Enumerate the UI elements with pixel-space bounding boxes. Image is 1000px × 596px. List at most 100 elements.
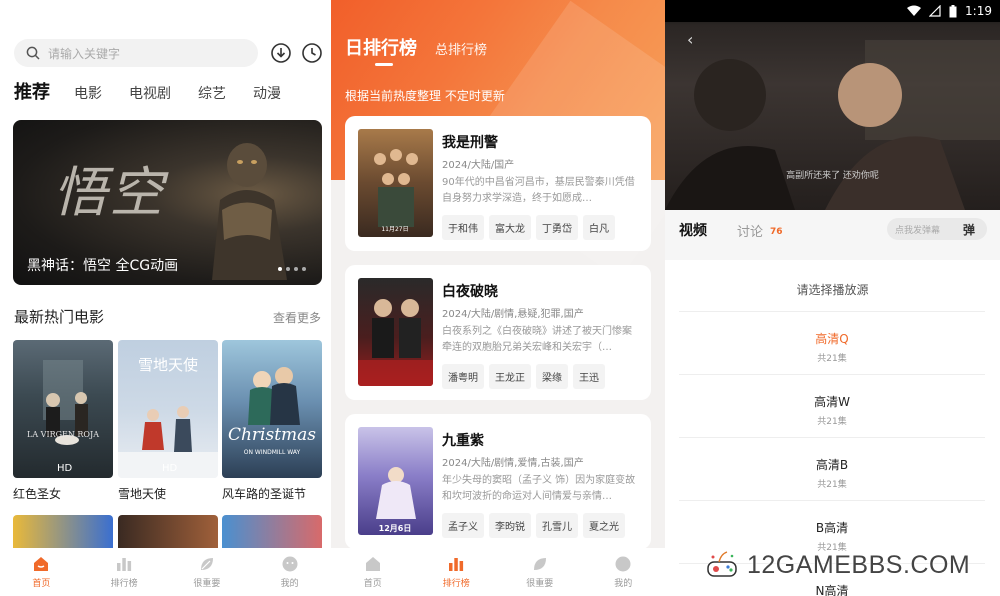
ranking-meta: 2024/大陆/剧情,爱情,古装,国产 bbox=[442, 458, 584, 469]
poster-art: 12月6日 bbox=[376, 467, 416, 533]
danmaku-toggle-button[interactable]: 弹 bbox=[963, 221, 975, 238]
ranking-poster bbox=[358, 278, 433, 386]
player-screen: 1:19 ‹ 高副所还来了 还劝你呢 视频 讨论 76 点我发弹幕 弹 请选择播… bbox=[665, 0, 1000, 596]
back-icon[interactable]: ‹ bbox=[687, 30, 693, 49]
history-icon[interactable] bbox=[301, 42, 323, 64]
face-icon bbox=[615, 556, 631, 572]
search-input[interactable]: 请输入关键字 bbox=[48, 45, 120, 62]
cast-chip[interactable]: 孟子义 bbox=[442, 513, 484, 538]
gamepad-logo-icon bbox=[707, 551, 737, 577]
movie-title[interactable]: 红色圣女 bbox=[13, 485, 61, 502]
cast-list: 孟子义 李昀锐 孔雪儿 夏之光 bbox=[442, 513, 625, 538]
signal-icon bbox=[929, 5, 941, 17]
wifi-icon bbox=[907, 5, 922, 16]
movie-poster[interactable]: LA VIRGEN ROJA HD bbox=[13, 340, 113, 478]
download-icon[interactable] bbox=[270, 42, 292, 64]
source-name: 高清B bbox=[815, 458, 849, 472]
movie-title[interactable]: 风车路的圣诞节 bbox=[222, 485, 306, 502]
source-option[interactable]: 高清W 共21集 bbox=[679, 374, 985, 436]
cast-chip[interactable]: 王迅 bbox=[573, 364, 605, 389]
source-episodes: 共21集 bbox=[817, 354, 847, 364]
poster-art: Christmas ON WINDMILL WAY bbox=[228, 367, 316, 456]
status-bar: 1:19 bbox=[665, 0, 1000, 22]
cast-chip[interactable]: 白凡 bbox=[583, 215, 615, 240]
hd-badge: HD bbox=[162, 463, 178, 474]
nav-ranking[interactable]: 排行榜 bbox=[94, 555, 154, 589]
banner-caption: 黑神话：悟空 全CG动画 bbox=[27, 258, 179, 274]
face-icon bbox=[282, 556, 298, 572]
cast-list: 潘粤明 王龙正 梁缘 王迅 bbox=[442, 364, 605, 389]
nav-home[interactable]: 首页 bbox=[11, 555, 71, 589]
bar-chart-icon bbox=[449, 558, 464, 571]
cast-chip[interactable]: 于和伟 bbox=[442, 215, 484, 240]
bar-chart-icon bbox=[117, 558, 132, 571]
tab-variety[interactable]: 综艺 bbox=[198, 83, 226, 103]
ranking-title: 九重紫 bbox=[442, 433, 484, 449]
poster-subtitle-text: ON WINDMILL WAY bbox=[244, 449, 301, 456]
tab-daily-ranking[interactable]: 日排行榜 bbox=[345, 34, 417, 60]
hero-banner[interactable]: 悟空 黑神话：悟空 全CG动画 bbox=[13, 120, 322, 285]
tab-recommend[interactable]: 推荐 bbox=[14, 78, 50, 104]
poster-art: 雪地天使 bbox=[118, 356, 218, 478]
poster-title-text: Christmas bbox=[228, 425, 316, 445]
source-name: 高清W bbox=[814, 395, 850, 409]
poster-art: 11月27日 bbox=[374, 149, 418, 233]
poster-art: LA VIRGEN ROJA bbox=[27, 360, 99, 445]
cast-chip[interactable]: 富大龙 bbox=[489, 215, 531, 240]
ranking-meta: 2024/大陆/国产 bbox=[442, 160, 515, 171]
nav-important[interactable]: 很重要 bbox=[177, 555, 237, 589]
ranking-title: 我是刑警 bbox=[442, 135, 498, 151]
source-option[interactable]: 高清Q 共21集 bbox=[679, 311, 985, 373]
ranking-subtitle: 根据当前热度整理 不定时更新 bbox=[345, 89, 505, 103]
ranking-poster: 12月6日 bbox=[358, 427, 433, 535]
nav-profile-label: 我的 bbox=[280, 579, 299, 589]
ranking-card[interactable]: 白夜破晓 2024/大陆/剧情,悬疑,犯罪,国产 白夜系列之《白夜破晓》讲述了被… bbox=[345, 265, 651, 400]
ranking-card[interactable]: 12月6日 九重紫 2024/大陆/剧情,爱情,古装,国产 年少失母的窦昭（孟子… bbox=[345, 414, 651, 549]
source-episodes: 共21集 bbox=[817, 480, 847, 490]
nav-important[interactable]: 很重要 bbox=[510, 555, 570, 589]
nav-home[interactable]: 首页 bbox=[343, 555, 403, 589]
source-name: N高清 bbox=[815, 584, 849, 596]
movie-poster[interactable]: Christmas ON WINDMILL WAY bbox=[222, 340, 322, 478]
source-option[interactable]: 高清B 共21集 bbox=[679, 437, 985, 499]
search-icon bbox=[26, 46, 40, 60]
nav-profile[interactable]: 我的 bbox=[260, 555, 320, 589]
ranking-poster: 11月27日 bbox=[358, 129, 433, 237]
watermark-text: 12GAMEBBS.COM bbox=[747, 550, 971, 579]
source-name: 高清Q bbox=[815, 332, 849, 346]
tab-movies[interactable]: 电影 bbox=[74, 83, 102, 103]
tab-tv[interactable]: 电视剧 bbox=[129, 83, 171, 103]
cast-chip[interactable]: 李昀锐 bbox=[489, 513, 531, 538]
see-more-link[interactable]: 查看更多 bbox=[273, 309, 321, 326]
tab-discussion[interactable]: 讨论 bbox=[737, 221, 763, 240]
source-sheet-title: 请选择播放源 bbox=[796, 283, 869, 297]
cast-chip[interactable]: 潘粤明 bbox=[442, 364, 484, 389]
ranking-tabs: 日排行榜 总排行榜 bbox=[345, 34, 487, 60]
home-icon bbox=[365, 557, 380, 571]
poster-date: 11月27日 bbox=[381, 226, 408, 233]
ranking-card[interactable]: 11月27日 我是刑警 2024/大陆/国产 90年代的中昌省河昌市，基层民警秦… bbox=[345, 116, 651, 251]
bottom-nav: 首页 排行榜 很重要 我的 bbox=[331, 548, 665, 596]
search-bar[interactable]: 请输入关键字 bbox=[14, 39, 258, 67]
nav-home-label: 首页 bbox=[32, 579, 51, 589]
source-episodes: 共21集 bbox=[817, 417, 847, 427]
category-tabs: 推荐 电影 电视剧 综艺 动漫 bbox=[14, 78, 308, 104]
active-tab-indicator bbox=[375, 63, 393, 66]
nav-ranking-label: 排行榜 bbox=[442, 579, 470, 589]
tab-video[interactable]: 视频 bbox=[679, 220, 707, 240]
nav-ranking[interactable]: 排行榜 bbox=[426, 555, 486, 589]
tab-anime[interactable]: 动漫 bbox=[253, 83, 281, 103]
cast-chip[interactable]: 丁勇岱 bbox=[536, 215, 578, 240]
movie-poster[interactable]: 雪地天使 HD bbox=[118, 340, 218, 478]
movie-title[interactable]: 雪地天使 bbox=[118, 485, 166, 502]
tab-total-ranking[interactable]: 总排行榜 bbox=[435, 39, 487, 58]
cast-chip[interactable]: 孔雪儿 bbox=[536, 513, 578, 538]
nav-profile-label: 我的 bbox=[614, 579, 633, 589]
ranking-desc: 年少失母的窦昭（孟子义 饰）因为家庭变故和坎坷波折的命运对人间情爱与亲情… bbox=[442, 475, 636, 502]
cast-chip[interactable]: 夏之光 bbox=[583, 513, 625, 538]
cast-chip[interactable]: 梁缘 bbox=[536, 364, 568, 389]
bottom-nav: 首页 排行榜 很重要 我的 bbox=[0, 548, 331, 596]
cast-chip[interactable]: 王龙正 bbox=[489, 364, 531, 389]
video-player[interactable]: 1:19 ‹ 高副所还来了 还劝你呢 bbox=[665, 0, 1000, 210]
nav-profile[interactable]: 我的 bbox=[593, 555, 653, 589]
